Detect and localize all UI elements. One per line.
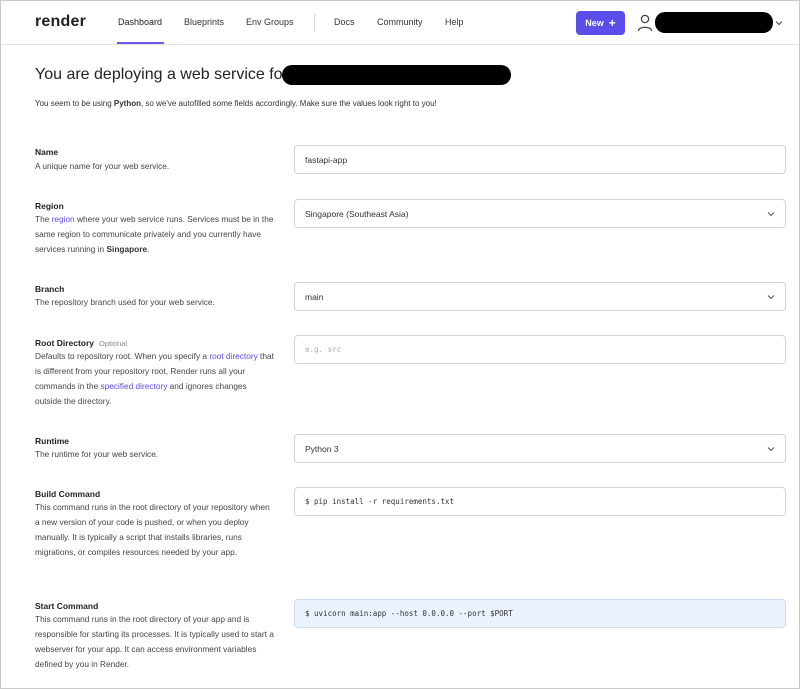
root-directory-link[interactable]: root directory bbox=[209, 351, 257, 361]
render-logo[interactable]: render bbox=[35, 13, 86, 31]
nav-divider bbox=[314, 14, 315, 32]
page-subtitle: You seem to be using Python, so we've au… bbox=[35, 99, 437, 108]
build-command-input[interactable]: $ pip install -r requirements.txt bbox=[294, 487, 786, 516]
region-select-value: Singapore (Southeast Asia) bbox=[305, 208, 409, 219]
region-label: Region bbox=[35, 201, 64, 211]
region-link[interactable]: region bbox=[52, 214, 75, 224]
start-command-description: This command runs in the root directory … bbox=[35, 614, 274, 669]
build-command-label: Build Command bbox=[35, 489, 101, 499]
branch-label: Branch bbox=[35, 284, 65, 294]
root-directory-label: Root Directory Optional bbox=[35, 338, 127, 348]
chevron-down-icon bbox=[767, 295, 775, 300]
nav-env-groups[interactable]: Env Groups bbox=[246, 17, 294, 27]
runtime-select-value: Python 3 bbox=[305, 443, 339, 454]
new-button[interactable]: New + bbox=[576, 11, 625, 35]
active-tab-indicator bbox=[117, 42, 164, 44]
page-title: You are deploying a web service fo bbox=[35, 66, 283, 83]
top-navigation: render Dashboard Blueprints Env Groups D… bbox=[1, 1, 799, 45]
start-command-input[interactable]: $ uvicorn main:app --host 0.0.0.0 --port… bbox=[294, 599, 786, 628]
name-label: Name bbox=[35, 147, 59, 157]
nav-docs[interactable]: Docs bbox=[334, 17, 355, 27]
runtime-label: Runtime bbox=[35, 436, 69, 446]
user-icon[interactable] bbox=[637, 14, 653, 32]
branch-select-value: main bbox=[305, 291, 324, 302]
redacted-repo-name bbox=[282, 65, 511, 85]
redacted-username bbox=[655, 12, 773, 33]
name-description: A unique name for your web service. bbox=[35, 161, 170, 171]
runtime-description: The runtime for your web service. bbox=[35, 449, 159, 459]
plus-icon: + bbox=[608, 16, 616, 30]
name-input[interactable]: fastapi-app bbox=[294, 145, 786, 174]
specified-directory-link[interactable]: specified directory bbox=[100, 381, 167, 391]
root-directory-input[interactable]: e.g. src bbox=[294, 335, 786, 364]
nav-dashboard[interactable]: Dashboard bbox=[118, 17, 162, 27]
start-command-label: Start Command bbox=[35, 601, 99, 611]
branch-description: The repository branch used for your web … bbox=[35, 297, 215, 307]
region-select[interactable]: Singapore (Southeast Asia) bbox=[294, 199, 786, 228]
build-command-description: This command runs in the root directory … bbox=[35, 502, 270, 557]
chevron-down-icon[interactable] bbox=[774, 18, 784, 28]
nav-blueprints[interactable]: Blueprints bbox=[184, 17, 224, 27]
optional-tag: Optional bbox=[99, 339, 127, 348]
region-description: The region where your web service runs. … bbox=[35, 214, 274, 254]
new-button-label: New bbox=[585, 18, 604, 28]
chevron-down-icon bbox=[767, 212, 775, 217]
nav-help[interactable]: Help bbox=[445, 17, 464, 27]
runtime-select[interactable]: Python 3 bbox=[294, 434, 786, 463]
root-directory-description: Defaults to repository root. When you sp… bbox=[35, 351, 274, 406]
chevron-down-icon bbox=[767, 447, 775, 452]
nav-community[interactable]: Community bbox=[377, 17, 423, 27]
branch-select[interactable]: main bbox=[294, 282, 786, 311]
